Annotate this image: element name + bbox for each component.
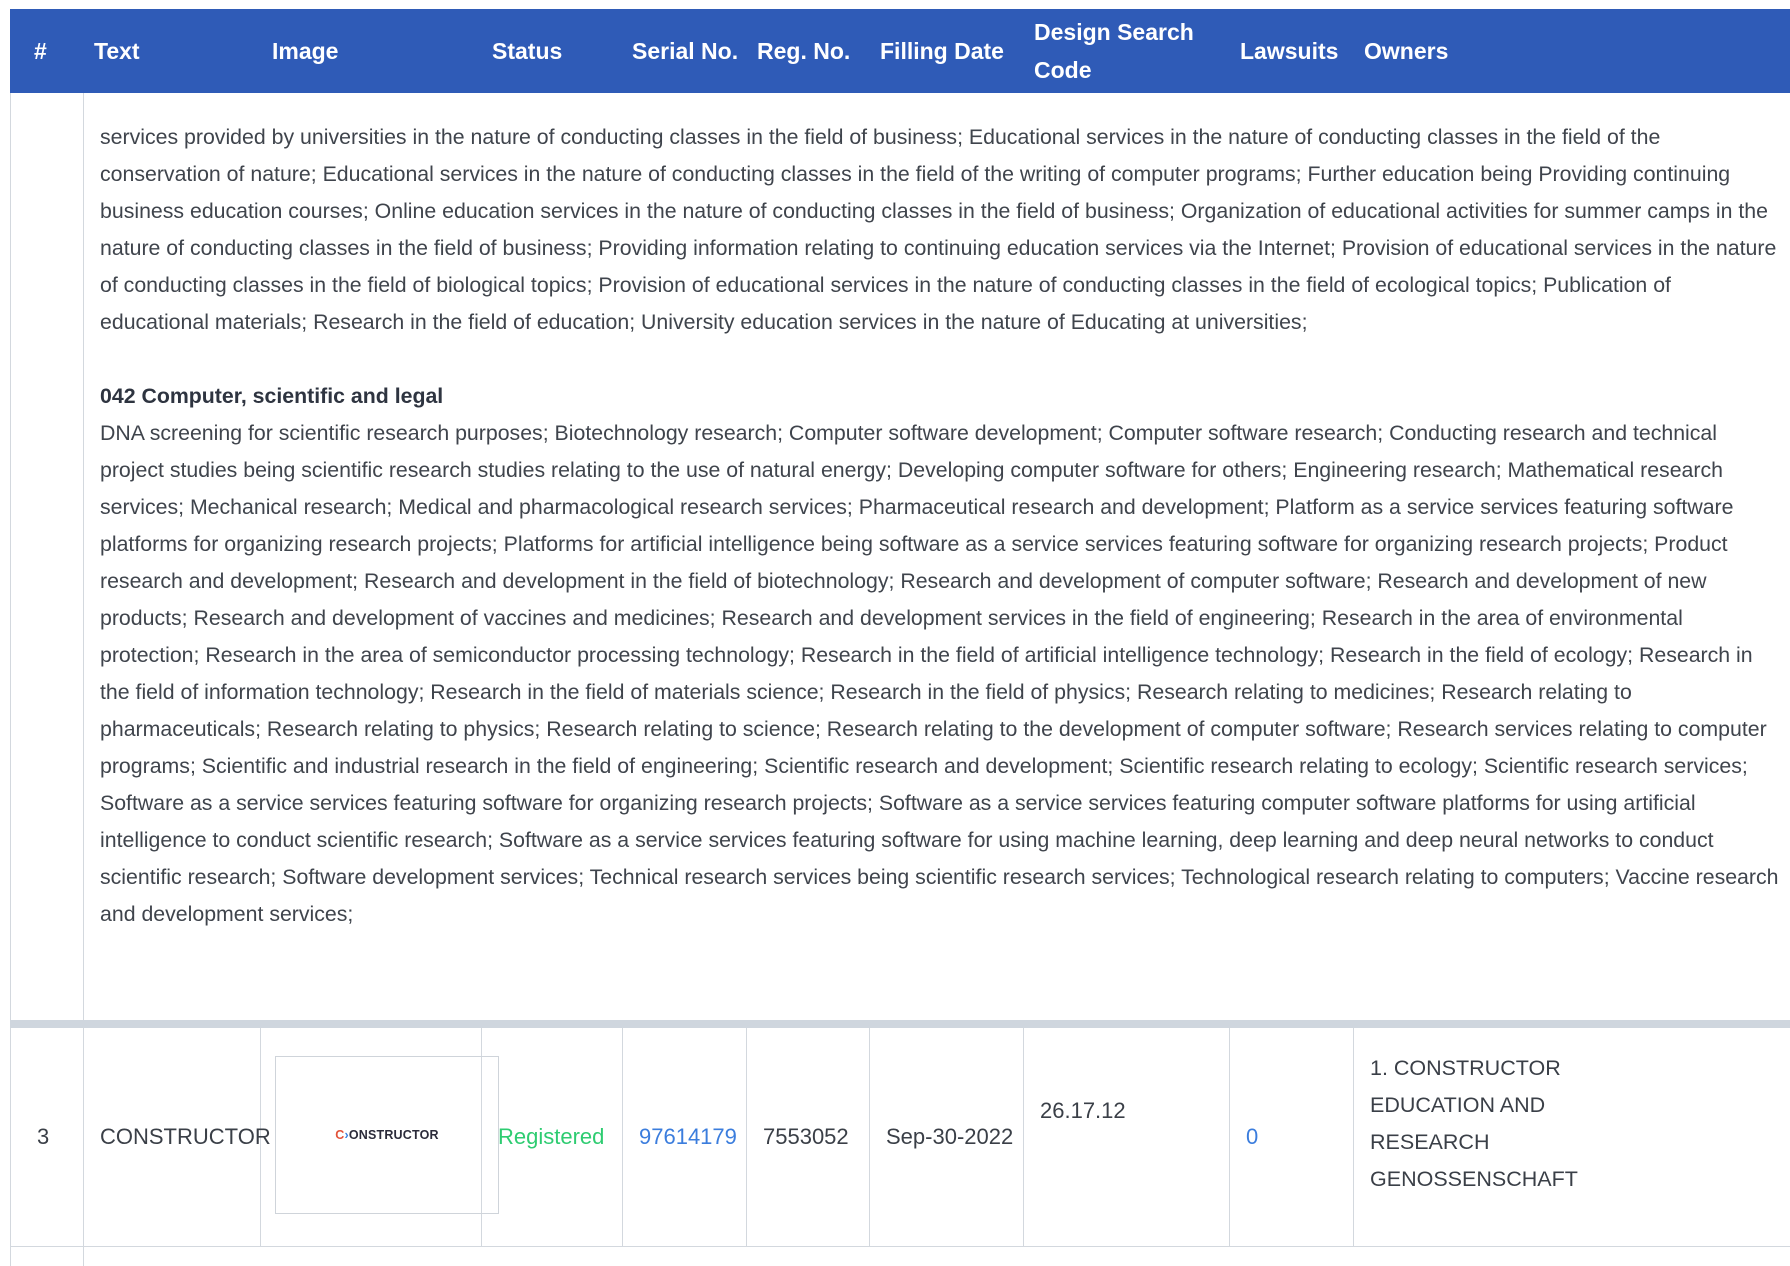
constructor-logo: C›ONSTRUCTOR (335, 1128, 439, 1142)
cell-serial: 97614179 (623, 1028, 747, 1246)
cell-num: 3 (11, 1028, 84, 1246)
design-search-code: 26.17.12 (1040, 1098, 1126, 1123)
header-image[interactable]: Image (272, 9, 338, 93)
cell-filing-date: Sep-30-2022 (870, 1028, 1024, 1246)
status-badge: Registered (498, 1124, 605, 1149)
cell-lawsuits: 0 (1230, 1028, 1354, 1246)
filing-date: Sep-30-2022 (886, 1124, 1014, 1149)
header-owners[interactable]: Owners (1364, 9, 1448, 93)
description-continuation: services provided by universities in the… (100, 125, 1777, 334)
table-header: # Text Image Status Serial No. Reg. No. … (10, 9, 1790, 93)
header-design-line1: Design Search (1034, 19, 1194, 45)
header-text[interactable]: Text (94, 9, 140, 93)
cell-text: CONSTRUCTOR (84, 1028, 271, 1246)
cell-status: Registered (482, 1028, 623, 1246)
header-design-line2: Code (1034, 57, 1092, 83)
owner-name: 1. CONSTRUCTOR EDUCATION AND RESEARCH GE… (1370, 1056, 1578, 1191)
registration-number: 7553052 (763, 1124, 849, 1149)
row-number: 3 (37, 1124, 50, 1149)
header-design-search-code[interactable]: Design Search Code (1034, 9, 1194, 93)
cell-design-code: 26.17.12 (1024, 1028, 1230, 1246)
cell-reg: 7553052 (747, 1028, 870, 1246)
next-row-stub (10, 1246, 84, 1266)
header-lawsuits[interactable]: Lawsuits (1240, 9, 1338, 93)
header-status[interactable]: Status (492, 9, 562, 93)
description-row: services provided by universities in the… (10, 93, 1790, 1020)
class-title: 042 Computer, scientific and legal (100, 384, 444, 408)
class-description: DNA screening for scientific research pu… (100, 421, 1779, 926)
row-separator (10, 1020, 1790, 1028)
cell-owners: 1. CONSTRUCTOR EDUCATION AND RESEARCH GE… (1354, 1028, 1790, 1246)
serial-number-link[interactable]: 97614179 (639, 1124, 737, 1150)
mark-text: CONSTRUCTOR (100, 1124, 271, 1149)
table-row: 3 CONSTRUCTOR C›ONSTRUCTOR Registered 97… (10, 1028, 1790, 1247)
mark-image[interactable]: C›ONSTRUCTOR (275, 1056, 499, 1214)
lawsuits-link[interactable]: 0 (1246, 1124, 1258, 1150)
goods-services-description: services provided by universities in the… (100, 119, 1780, 933)
header-num[interactable]: # (34, 9, 47, 93)
cell-image: C›ONSTRUCTOR (261, 1028, 499, 1246)
description-num-cell (11, 93, 84, 1020)
header-filing-date[interactable]: Filling Date (880, 9, 1004, 93)
header-serial-no[interactable]: Serial No. (632, 9, 738, 93)
header-reg-no[interactable]: Reg. No. (757, 9, 850, 93)
